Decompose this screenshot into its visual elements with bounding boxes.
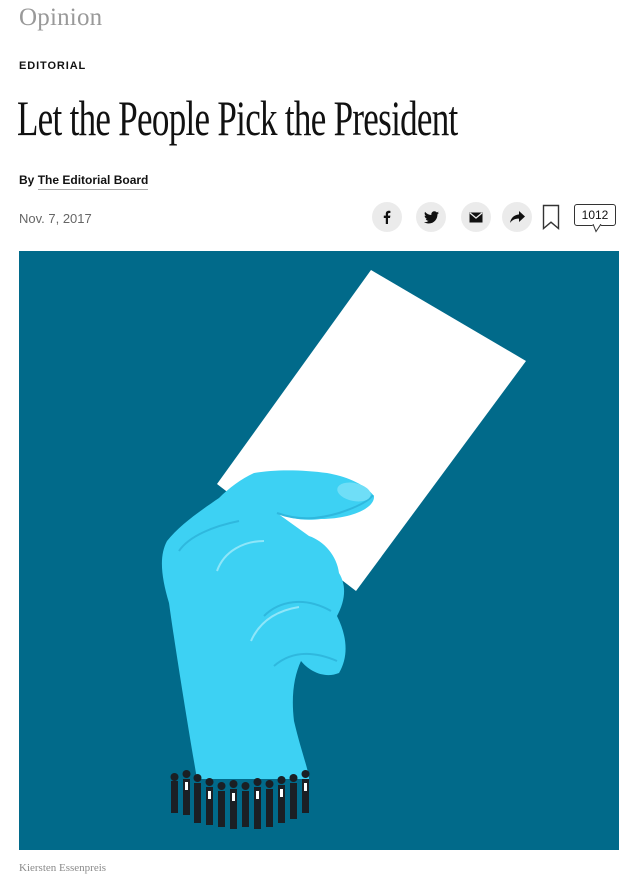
byline-prefix: By [19,173,38,187]
comments-button[interactable]: 1012 [574,204,616,226]
comment-bubble-tail [592,224,602,233]
byline-author-link[interactable]: The Editorial Board [37,173,149,190]
byline: By The Editorial Board [19,173,149,190]
lead-illustration [19,251,619,850]
share-arrow-icon [509,210,525,223]
facebook-icon [383,210,391,224]
twitter-share-button[interactable] [416,202,446,232]
facebook-share-button[interactable] [372,202,402,232]
email-icon [469,212,483,222]
hand-holding-ballot-illustration [161,270,526,829]
section-label[interactable]: Opinion [19,4,102,32]
more-share-button[interactable] [502,202,532,232]
twitter-icon [423,210,439,223]
headline: Let the People Pick the President [17,90,458,146]
hand [161,470,375,779]
comment-count: 1012 [581,208,609,222]
publish-date: Nov. 7, 2017 [19,211,92,226]
bookmark-icon[interactable] [542,204,560,230]
kicker-label[interactable]: EDITORIAL [19,60,86,72]
email-share-button[interactable] [461,202,491,232]
image-credit: Kiersten Essenpreis [19,862,107,874]
